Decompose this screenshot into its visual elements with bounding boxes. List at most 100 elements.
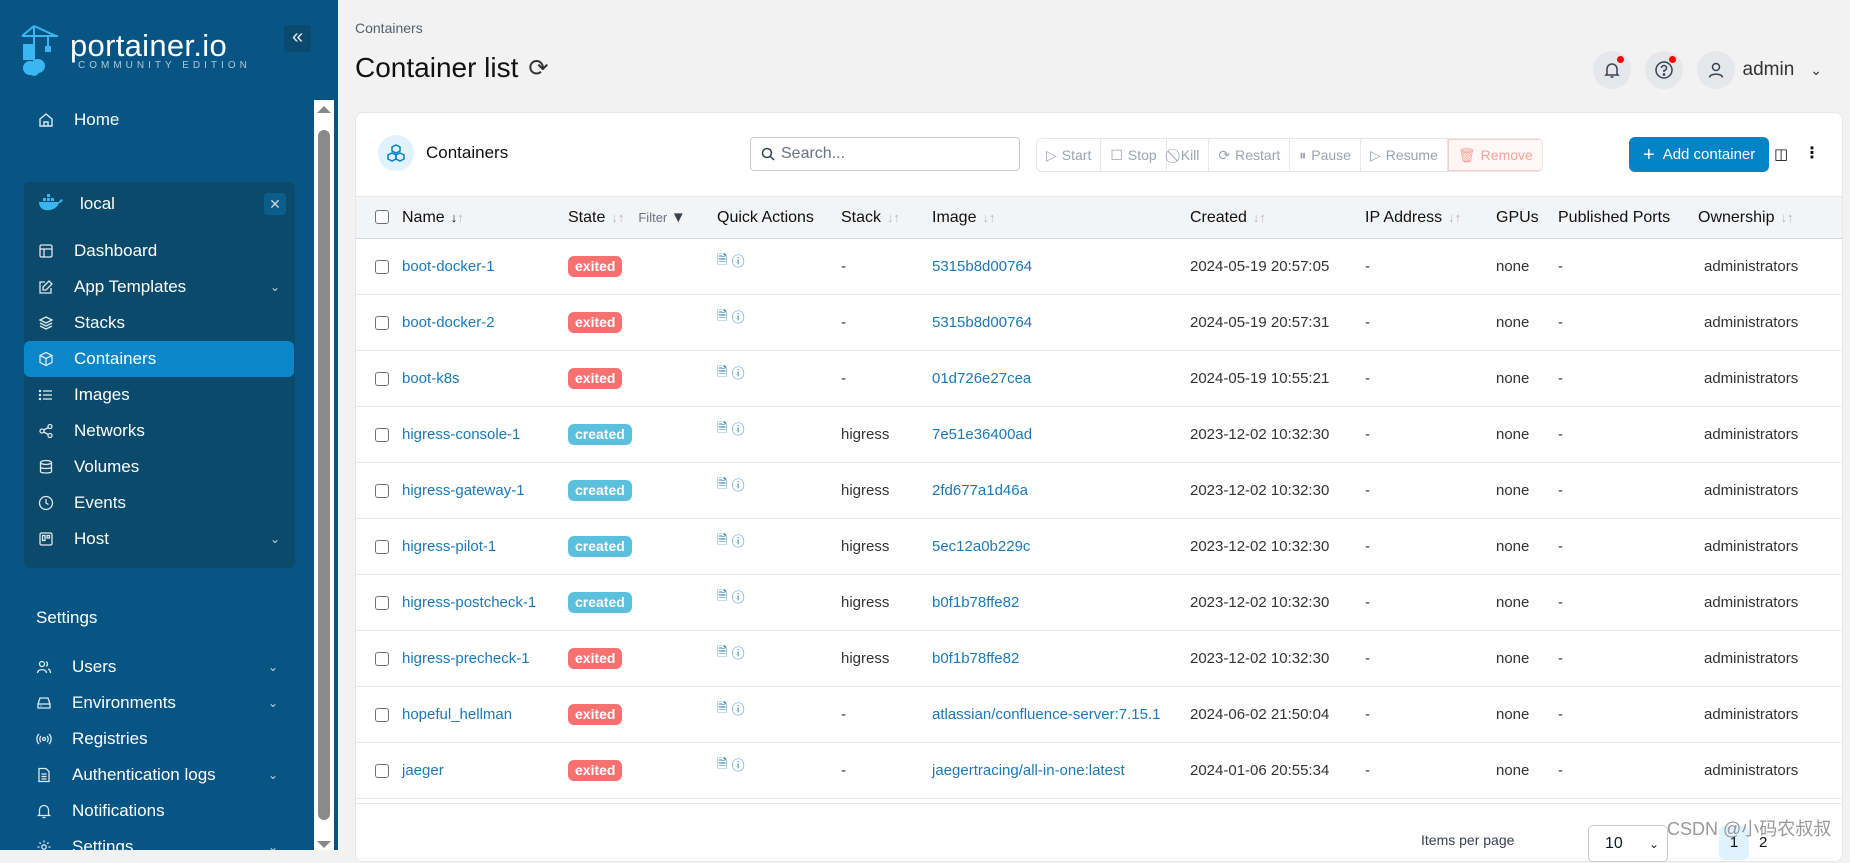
chevron-down-icon[interactable]: ⌄: [270, 532, 280, 546]
info-icon[interactable]: ⓘ: [732, 366, 745, 381]
image-link[interactable]: b0f1b78ffe82: [932, 594, 1019, 611]
logs-icon[interactable]: 🗎: [717, 532, 727, 547]
items-per-page-select[interactable]: 10 ⌄: [1588, 825, 1668, 862]
collapse-sidebar-button[interactable]: «: [284, 25, 311, 52]
logs-icon[interactable]: 🗎: [717, 364, 727, 379]
sort-icon[interactable]: ↓↑: [887, 210, 900, 225]
container-name-link[interactable]: higress-console-1: [402, 426, 520, 443]
info-icon[interactable]: ⓘ: [732, 310, 745, 325]
scroll-down-arrow-icon[interactable]: [317, 841, 331, 848]
sidebar-item-networks[interactable]: Networks: [24, 413, 294, 449]
more-vertical-icon[interactable]: ⋮: [1804, 143, 1820, 163]
row-checkbox[interactable]: [375, 652, 389, 667]
logs-icon[interactable]: 🗎: [717, 588, 727, 603]
breadcrumb[interactable]: Containers: [355, 20, 423, 36]
start-button[interactable]: ▷ Start: [1037, 139, 1102, 171]
image-link[interactable]: 5315b8d00764: [932, 314, 1032, 331]
image-link[interactable]: jaegertracing/all-in-one:latest: [932, 762, 1125, 779]
state-filter-button[interactable]: Filter ▼: [638, 209, 685, 226]
image-link[interactable]: 7e51e36400ad: [932, 426, 1032, 443]
column-header-name[interactable]: Name: [402, 209, 445, 226]
row-checkbox[interactable]: [375, 596, 389, 611]
image-link[interactable]: atlassian/confluence-server:7.15.1: [932, 706, 1160, 723]
sidebar-item-volumes[interactable]: Volumes: [24, 449, 294, 485]
sidebar-item-events[interactable]: Events: [24, 485, 294, 521]
logs-icon[interactable]: 🗎: [717, 476, 727, 491]
column-header-ownership[interactable]: Ownership: [1698, 209, 1774, 226]
sidebar-scrollbar[interactable]: [314, 100, 334, 850]
chevron-down-icon[interactable]: ⌄: [268, 660, 278, 674]
chevron-down-icon[interactable]: ⌄: [268, 840, 278, 850]
image-link[interactable]: 5ec12a0b229c: [932, 538, 1030, 555]
container-name-link[interactable]: hopeful_hellman: [402, 706, 512, 723]
select-all-checkbox[interactable]: [375, 210, 389, 225]
chevron-down-icon[interactable]: ⌄: [270, 280, 280, 294]
row-checkbox[interactable]: [375, 260, 389, 275]
info-icon[interactable]: ⓘ: [732, 758, 745, 773]
sidebar-item-containers[interactable]: Containers: [24, 341, 294, 377]
image-link[interactable]: 5315b8d00764: [932, 258, 1032, 275]
page-button-2[interactable]: 2: [1759, 826, 1779, 860]
info-icon[interactable]: ⓘ: [732, 422, 745, 437]
portainer-logo[interactable]: portainer.io COMMUNITY EDITION: [20, 24, 251, 76]
sort-icon[interactable]: ↓↑: [982, 210, 995, 225]
logs-icon[interactable]: 🗎: [717, 420, 727, 435]
row-checkbox[interactable]: [375, 764, 389, 779]
logs-icon[interactable]: 🗎: [717, 700, 727, 715]
sidebar-item-host[interactable]: Host ⌄: [24, 521, 294, 557]
chevron-down-icon[interactable]: ⌄: [268, 768, 278, 782]
refresh-icon[interactable]: ⟳: [528, 54, 548, 83]
sidebar-item-images[interactable]: Images: [24, 377, 294, 413]
sidebar-item-app-templates[interactable]: App Templates ⌄: [24, 269, 294, 305]
info-icon[interactable]: ⓘ: [732, 702, 745, 717]
user-name[interactable]: admin: [1743, 59, 1795, 81]
search-box[interactable]: [750, 137, 1020, 171]
remove-button[interactable]: 🗑 Remove: [1447, 139, 1542, 171]
scroll-up-arrow-icon[interactable]: [317, 106, 331, 113]
close-environment-button[interactable]: ✕: [264, 193, 286, 215]
container-name-link[interactable]: jaeger: [402, 762, 444, 779]
sort-icon[interactable]: ↓↑: [1780, 210, 1793, 225]
user-avatar[interactable]: [1696, 51, 1735, 89]
row-checkbox[interactable]: [375, 372, 389, 387]
column-header-stack[interactable]: Stack: [841, 209, 881, 226]
info-icon[interactable]: ⓘ: [732, 646, 745, 661]
column-header-ip[interactable]: IP Address: [1365, 209, 1442, 226]
sort-icon[interactable]: ↓↑: [1448, 210, 1461, 225]
info-icon[interactable]: ⓘ: [732, 534, 745, 549]
sidebar-item-registries[interactable]: Registries: [22, 721, 292, 757]
sidebar-item-settings[interactable]: Settings ⌄: [22, 829, 292, 850]
container-name-link[interactable]: boot-docker-1: [402, 258, 495, 275]
info-icon[interactable]: ⓘ: [732, 254, 745, 269]
sort-icon[interactable]: ↓↑: [611, 210, 624, 225]
logs-icon[interactable]: 🗎: [717, 308, 727, 323]
column-header-created[interactable]: Created: [1190, 209, 1247, 226]
sort-desc-icon[interactable]: ↓↑: [451, 210, 464, 225]
chevron-down-icon[interactable]: ⌄: [268, 696, 278, 710]
row-checkbox[interactable]: [375, 428, 389, 443]
sidebar-item-notifications[interactable]: Notifications: [22, 793, 292, 829]
container-name-link[interactable]: higress-pilot-1: [402, 538, 496, 555]
sidebar-item-users[interactable]: Users ⌄: [22, 649, 292, 685]
row-checkbox[interactable]: [375, 708, 389, 723]
image-link[interactable]: b0f1b78ffe82: [932, 650, 1019, 667]
resume-button[interactable]: ▷ Resume: [1361, 139, 1448, 171]
container-name-link[interactable]: higress-precheck-1: [402, 650, 530, 667]
logs-icon[interactable]: 🗎: [717, 252, 727, 267]
container-name-link[interactable]: higress-gateway-1: [402, 482, 525, 499]
info-icon[interactable]: ⓘ: [732, 478, 745, 493]
container-name-link[interactable]: higress-postcheck-1: [402, 594, 536, 611]
chevron-down-icon[interactable]: ⌄: [1810, 62, 1822, 79]
row-checkbox[interactable]: [375, 484, 389, 499]
info-icon[interactable]: ⓘ: [732, 590, 745, 605]
add-container-button[interactable]: + Add container: [1629, 137, 1770, 172]
sort-icon[interactable]: ↓↑: [1253, 210, 1266, 225]
column-header-state[interactable]: State: [568, 209, 605, 226]
sidebar-item-authentication-logs[interactable]: Authentication logs ⌄: [22, 757, 292, 793]
pause-button[interactable]: ⏸ Pause: [1290, 139, 1361, 171]
notifications-button[interactable]: [1592, 51, 1631, 89]
restart-button[interactable]: ⟳ Restart: [1209, 139, 1291, 171]
row-checkbox[interactable]: [375, 316, 389, 331]
container-name-link[interactable]: boot-k8s: [402, 370, 460, 387]
column-header-image[interactable]: Image: [932, 209, 976, 226]
